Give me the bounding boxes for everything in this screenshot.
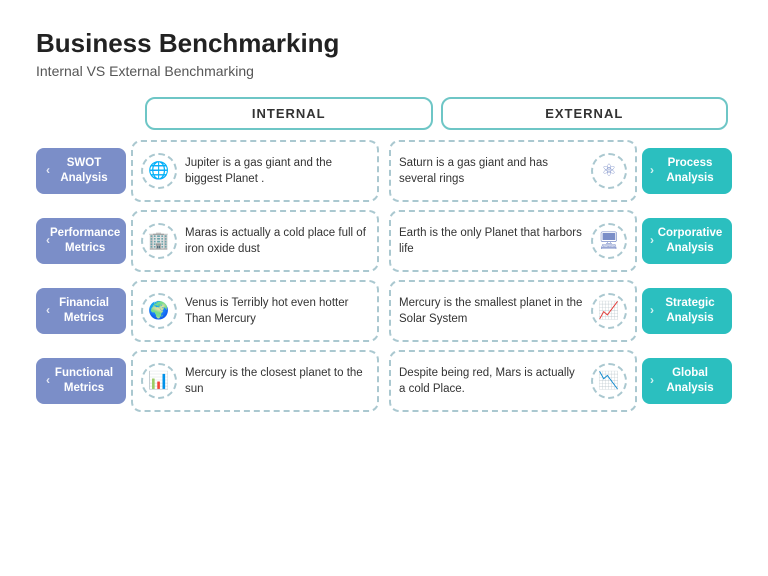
building-icon: 🏢 — [141, 223, 177, 259]
right-label-process[interactable]: › Process Analysis — [642, 148, 732, 194]
page-title: Business Benchmarking — [36, 28, 732, 59]
right-label-global[interactable]: › Global Analysis — [642, 358, 732, 404]
internal-cell-2: 🏢 Maras is actually a cold place full of… — [131, 210, 379, 272]
internal-cell-1: 🌐 Jupiter is a gas giant and the biggest… — [131, 140, 379, 202]
chevron-right-icon: › — [650, 303, 654, 319]
table-row: ‹ Functional Metrics 📊 Mercury is the cl… — [36, 350, 732, 412]
internal-text-1: Jupiter is a gas giant and the biggest P… — [185, 155, 369, 187]
functional-metrics-label: Functional Metrics — [50, 366, 118, 396]
chart-up-icon: 📈 — [591, 293, 627, 329]
right-label-corporative[interactable]: › Corporative Analysis — [642, 218, 732, 264]
swot-analysis-label: SWOT Analysis — [50, 156, 118, 186]
globe-icon: 🌐 — [141, 153, 177, 189]
table-row: ‹ SWOT Analysis 🌐 Jupiter is a gas giant… — [36, 140, 732, 202]
chevron-right-icon: › — [650, 373, 654, 389]
external-text-3: Mercury is the smallest planet in the So… — [399, 295, 583, 327]
header-row: INTERNAL EXTERNAL — [141, 97, 732, 130]
external-cell-2: Earth is the only Planet that harbors li… — [389, 210, 637, 272]
internal-text-4: Mercury is the closest planet to the sun — [185, 365, 369, 397]
process-analysis-label: Process Analysis — [656, 156, 724, 186]
external-cell-1: Saturn is a gas giant and has several ri… — [389, 140, 637, 202]
chevron-right-icon: › — [650, 163, 654, 179]
external-cell-3: Mercury is the smallest planet in the So… — [389, 280, 637, 342]
left-label-performance[interactable]: ‹ Performance Metrics — [36, 218, 126, 264]
atom-icon: ⚛ — [591, 153, 627, 189]
external-text-2: Earth is the only Planet that harbors li… — [399, 225, 583, 257]
left-label-swot[interactable]: ‹ SWOT Analysis — [36, 148, 126, 194]
monitor-icon: 🖥 — [591, 223, 627, 259]
external-cell-4: Despite being red, Mars is actually a co… — [389, 350, 637, 412]
table-row: ‹ Financial Metrics 🌍 Venus is Terribly … — [36, 280, 732, 342]
internal-text-3: Venus is Terribly hot even hotter Than M… — [185, 295, 369, 327]
left-label-financial[interactable]: ‹ Financial Metrics — [36, 288, 126, 334]
external-text-1: Saturn is a gas giant and has several ri… — [399, 155, 583, 187]
corporative-analysis-label: Corporative Analysis — [656, 226, 724, 256]
left-label-functional[interactable]: ‹ Functional Metrics — [36, 358, 126, 404]
global-analysis-label: Global Analysis — [656, 366, 724, 396]
performance-metrics-label: Performance Metrics — [50, 226, 120, 256]
external-text-4: Despite being red, Mars is actually a co… — [399, 365, 583, 397]
internal-text-2: Maras is actually a cold place full of i… — [185, 225, 369, 257]
right-label-strategic[interactable]: › Strategic Analysis — [642, 288, 732, 334]
earth-icon: 🌍 — [141, 293, 177, 329]
internal-cell-4: 📊 Mercury is the closest planet to the s… — [131, 350, 379, 412]
chart-down-icon: 📉 — [591, 363, 627, 399]
data-rows: ‹ SWOT Analysis 🌐 Jupiter is a gas giant… — [36, 140, 732, 412]
subtitle: Internal VS External Benchmarking — [36, 63, 732, 79]
main-content: INTERNAL EXTERNAL ‹ SWOT Analysis 🌐 Jupi… — [36, 97, 732, 412]
chevron-right-icon: › — [650, 233, 654, 249]
strategic-analysis-label: Strategic Analysis — [656, 296, 724, 326]
internal-cell-3: 🌍 Venus is Terribly hot even hotter Than… — [131, 280, 379, 342]
internal-header: INTERNAL — [145, 97, 433, 130]
table-row: ‹ Performance Metrics 🏢 Maras is actuall… — [36, 210, 732, 272]
financial-metrics-label: Financial Metrics — [50, 296, 118, 326]
external-header: EXTERNAL — [441, 97, 729, 130]
bar-chart-icon: 📊 — [141, 363, 177, 399]
